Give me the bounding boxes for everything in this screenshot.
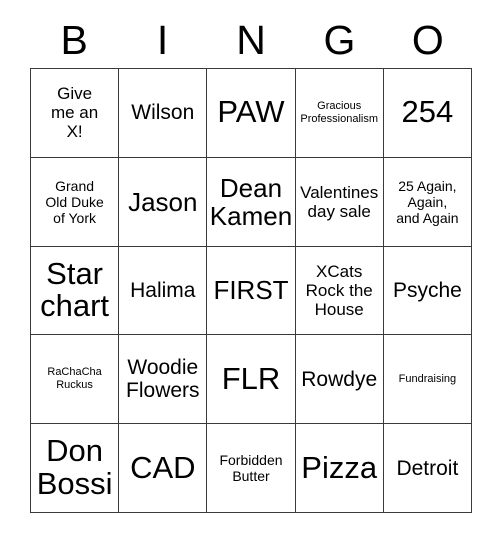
bingo-cell-label: Forbidden Butter: [219, 452, 283, 485]
bingo-card: B I N G O Give me an X! Wilson PAW Graci…: [0, 0, 500, 544]
bingo-cell[interactable]: Fundraising: [383, 335, 472, 425]
bingo-cell[interactable]: XCats Rock the House: [295, 246, 384, 336]
bingo-cell[interactable]: Gracious Professionalism: [295, 69, 384, 158]
header-letter-o: O: [411, 16, 444, 63]
bingo-cell-label: Detroit: [396, 456, 459, 480]
bingo-cell[interactable]: PAW: [207, 69, 296, 158]
bingo-header: B I N G O: [30, 12, 472, 68]
header-letter-n: N: [236, 16, 266, 63]
bingo-cell-label: Grand Old Duke of York: [45, 177, 104, 226]
bingo-cell[interactable]: Grand Old Duke of York: [31, 157, 120, 247]
bingo-grid: Give me an X! Wilson PAW Gracious Profes…: [30, 68, 472, 513]
bingo-cell-label: Jason: [128, 186, 198, 217]
bingo-cell[interactable]: Jason: [119, 157, 208, 247]
bingo-cell[interactable]: Rowdye: [295, 335, 384, 425]
bingo-cell-label: Psyche: [392, 278, 462, 302]
bingo-cell-label: Rowdye: [301, 367, 378, 391]
bingo-cell-label: 254: [401, 94, 454, 130]
bingo-cell-label: CAD: [130, 449, 196, 485]
bingo-cell[interactable]: 254: [383, 69, 472, 158]
bingo-cell[interactable]: CAD: [119, 424, 208, 513]
bingo-cell-label: Pizza: [301, 449, 378, 485]
bingo-cell[interactable]: Valentines day sale: [295, 157, 384, 247]
bingo-cell-label: FLR: [221, 360, 281, 396]
bingo-cell[interactable]: FLR: [207, 335, 296, 425]
bingo-cell[interactable]: Wilson: [119, 69, 208, 158]
bingo-cell[interactable]: Forbidden Butter: [207, 424, 296, 513]
bingo-cell[interactable]: Pizza: [295, 424, 384, 513]
bingo-cell-label: Valentines day sale: [300, 182, 379, 221]
bingo-cell-label: FIRST: [213, 275, 289, 306]
bingo-cell-label: XCats Rock the House: [305, 261, 373, 319]
bingo-cell[interactable]: Psyche: [383, 246, 472, 336]
bingo-cell-label: Give me an X!: [50, 84, 99, 142]
bingo-cell-label: Gracious Professionalism: [300, 99, 379, 125]
bingo-cell[interactable]: Give me an X!: [31, 69, 120, 158]
bingo-cell[interactable]: 25 Again, Again, and Again: [383, 157, 472, 247]
bingo-cell[interactable]: Don Bossi: [31, 424, 120, 513]
bingo-cell-label: RaChaCha Ruckus: [47, 366, 102, 392]
bingo-cell[interactable]: Dean Kamen: [207, 157, 296, 247]
bingo-cell-label: Wilson: [131, 101, 195, 125]
header-letter-i: I: [156, 16, 169, 63]
bingo-cell-label: Woodie Flowers: [126, 356, 200, 403]
bingo-cell[interactable]: Detroit: [383, 424, 472, 513]
bingo-cell-label: Don Bossi: [36, 433, 113, 502]
bingo-cell[interactable]: FIRST: [207, 246, 296, 336]
bingo-cell-label: PAW: [217, 94, 285, 130]
bingo-cell[interactable]: Star chart: [31, 246, 120, 336]
bingo-cell-label: Halima: [130, 278, 196, 302]
bingo-cell-label: Dean Kamen: [209, 172, 293, 231]
bingo-cell-label: 25 Again, Again, and Again: [396, 177, 459, 226]
bingo-cell-label: Fundraising: [398, 372, 457, 385]
header-letter-g: G: [323, 16, 356, 63]
bingo-cell[interactable]: Woodie Flowers: [119, 335, 208, 425]
bingo-cell-label: Star chart: [40, 255, 110, 324]
bingo-cell[interactable]: Halima: [119, 246, 208, 336]
header-letter-b: B: [60, 16, 88, 63]
bingo-cell[interactable]: RaChaCha Ruckus: [31, 335, 120, 425]
